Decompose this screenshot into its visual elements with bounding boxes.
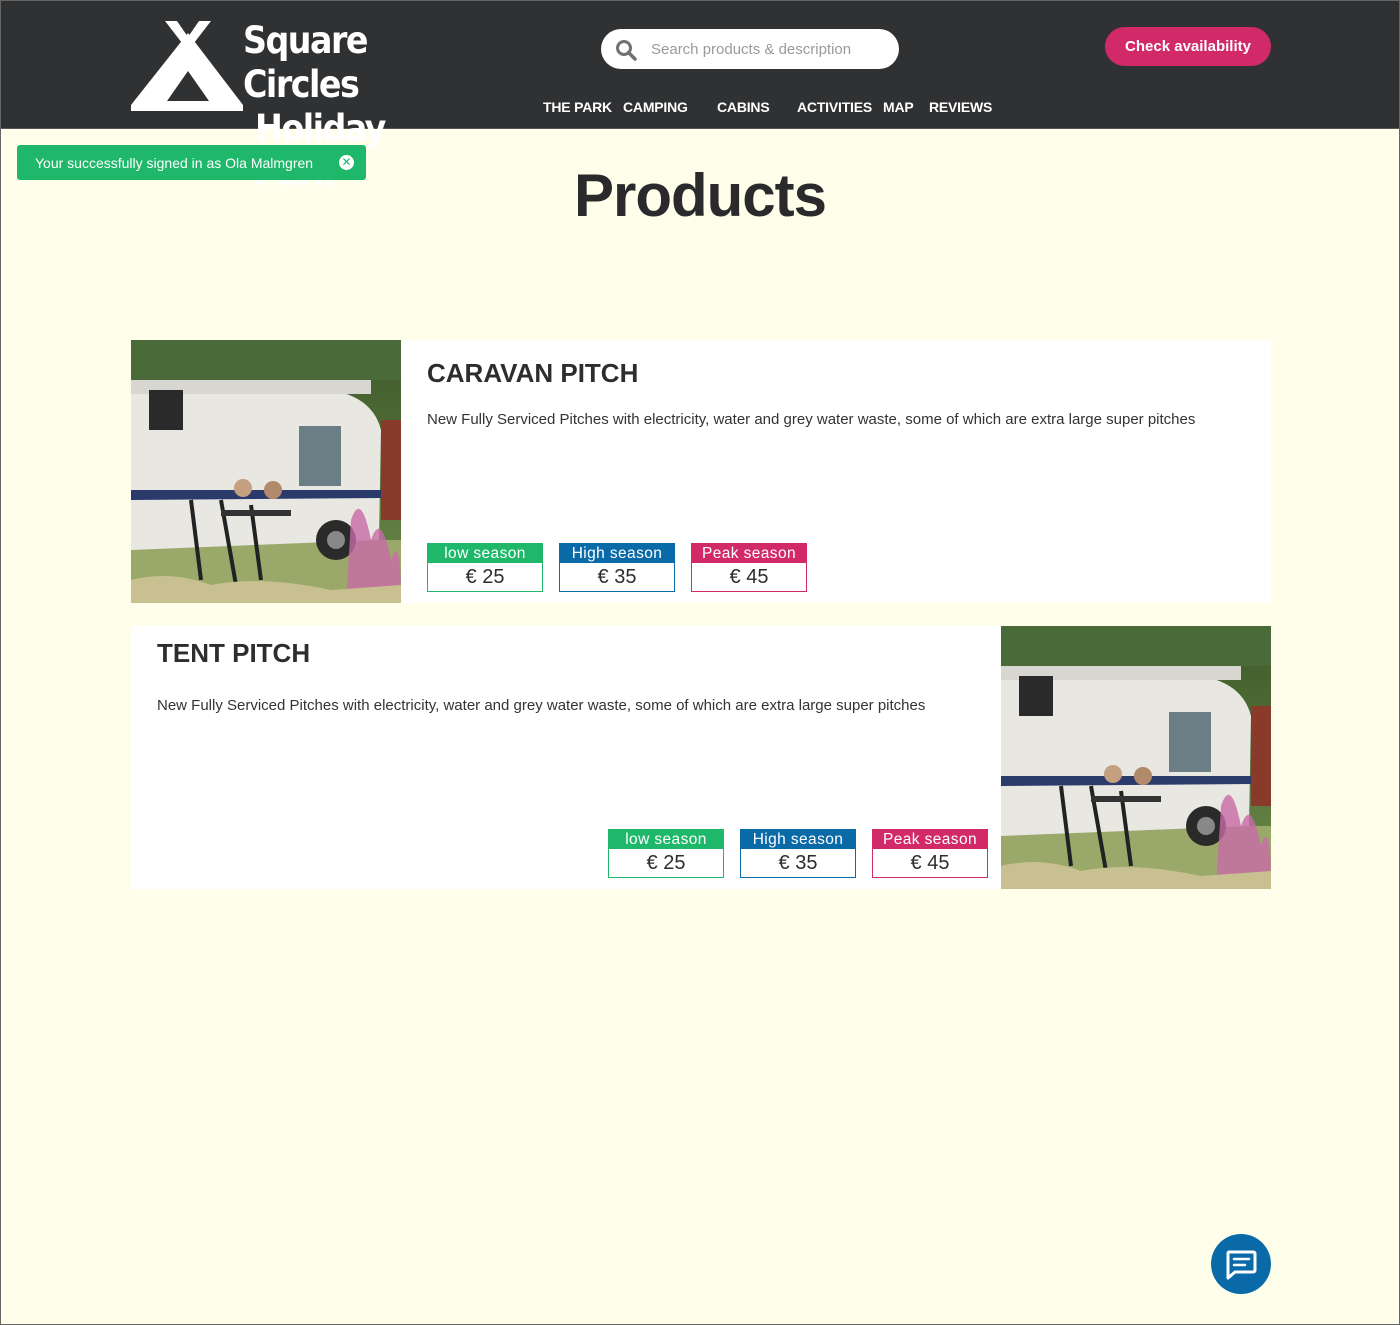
price-value: € 35 [778,852,818,874]
price-low-season: low season € 25 [608,829,724,878]
product-image[interactable] [1001,626,1271,889]
price-value: € 45 [729,566,769,588]
product-card[interactable]: TENT PITCH New Fully Serviced Pitches wi… [131,626,1271,889]
price-value: € 25 [465,566,505,588]
nav-item-cabins[interactable]: CABINS [717,99,770,115]
product-card[interactable]: CARAVAN PITCH New Fully Serviced Pitches… [131,340,1271,603]
season-label: low season [609,830,723,849]
search-icon [616,40,637,61]
search-box[interactable] [601,29,899,69]
chat-button[interactable] [1211,1234,1271,1294]
price-high-season: High season € 35 [740,829,856,878]
nav-item-the-park[interactable]: THE PARK [543,99,612,115]
product-title: CARAVAN PITCH [427,358,639,388]
price-value: € 45 [910,852,950,874]
season-label: High season [560,544,674,563]
nav-item-camping[interactable]: CAMPING [623,99,688,115]
price-peak-season: Peak season € 45 [691,543,807,592]
price-value: € 35 [597,566,637,588]
product-description: New Fully Serviced Pitches with electric… [157,697,926,714]
season-label: High season [741,830,855,849]
brand-logo[interactable]: Square Circles Holiday Park [131,19,461,194]
price-high-season: High season € 35 [559,543,675,592]
season-label: Peak season [873,830,987,849]
tent-icon [131,21,243,111]
search-input[interactable] [651,29,891,69]
check-availability-button[interactable]: Check availability [1105,27,1271,66]
season-label: Peak season [692,544,806,563]
brand-line-1: Square Circles [243,19,368,106]
nav-item-activities[interactable]: ACTIVITIES [797,99,872,115]
nav-item-reviews[interactable]: REVIEWS [929,99,992,115]
product-image[interactable] [131,340,401,603]
chat-icon [1226,1250,1257,1280]
product-description: New Fully Serviced Pitches with electric… [427,411,1196,428]
season-label: low season [428,544,542,563]
page-title: Products [573,162,827,229]
price-value: € 25 [646,852,686,874]
price-low-season: low season € 25 [427,543,543,592]
site-header: Square Circles Holiday Park Check availa… [1,1,1399,194]
product-title: TENT PITCH [157,638,311,668]
price-peak-season: Peak season € 45 [872,829,988,878]
nav-item-map[interactable]: MAP [883,99,914,115]
